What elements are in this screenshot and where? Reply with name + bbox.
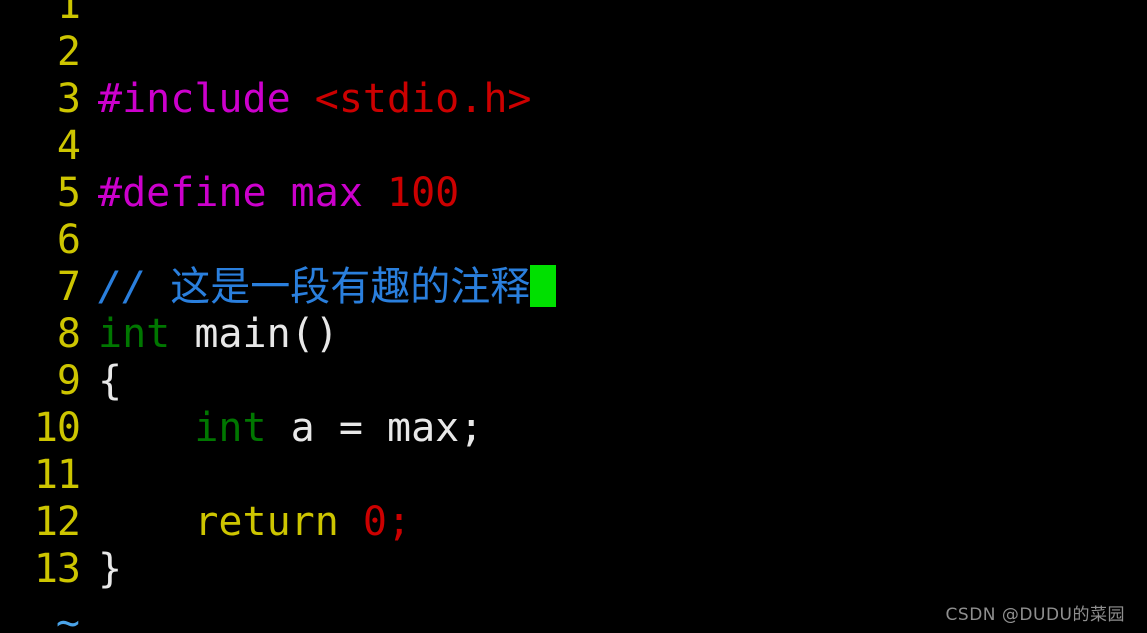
token-plain: { — [98, 358, 123, 404]
token-preprocessor: #define max — [98, 170, 387, 216]
token-comment-marker: // — [98, 264, 171, 310]
line-number: 4 — [56, 123, 81, 169]
code-line-content[interactable]: int main() — [80, 311, 1147, 358]
text-cursor — [530, 265, 557, 307]
code-line[interactable]: 3 #include <stdio.h> — [0, 76, 1147, 123]
code-line[interactable]: 5 #define max 100 — [0, 170, 1147, 217]
line-number: 10 — [33, 405, 81, 451]
token-type-keyword: int — [98, 311, 171, 357]
code-line-content[interactable]: { — [80, 358, 1147, 405]
code-line[interactable]: 12 return 0; — [0, 499, 1147, 546]
code-line[interactable]: 13} — [0, 546, 1147, 593]
line-number: 7 — [56, 264, 81, 310]
code-line-content[interactable]: #include <stdio.h> — [80, 76, 1147, 123]
token-string: <stdio.h> — [314, 76, 532, 122]
code-line-content[interactable]: #define max 100 — [80, 170, 1147, 217]
token-comment-cjk: 这是一段有趣的注释 — [170, 264, 531, 310]
line-number: 8 — [56, 311, 81, 357]
code-line[interactable]: 10 int a = max; — [0, 405, 1147, 452]
token-plain: } — [98, 546, 123, 592]
code-line[interactable]: 1 — [0, 0, 1147, 29]
token-preprocessor: #include — [98, 76, 315, 122]
code-line-content[interactable]: // 这是一段有趣的注释 — [80, 264, 1147, 311]
terminal-window: 1 2 3 #include <stdio.h> 4 5 #define max 100 6 7… — [0, 0, 1147, 633]
code-line[interactable]: 8 int main() — [0, 311, 1147, 358]
token-plain: a = max; — [266, 405, 484, 451]
token-number: 0 — [362, 499, 387, 545]
code-editor-buffer[interactable]: 1 2 3 #include <stdio.h> 4 5 #define max 100 6 7… — [0, 0, 1147, 593]
token-string: ; — [387, 499, 412, 545]
line-number: 2 — [56, 29, 81, 75]
line-number: 9 — [56, 358, 81, 404]
line-number: 1 — [56, 0, 81, 28]
token-type-keyword: int — [194, 405, 267, 451]
token-statement-keyword: return — [194, 499, 363, 545]
code-line[interactable]: 2 — [0, 29, 1147, 76]
code-line-content[interactable]: return 0; — [80, 499, 1147, 546]
token-number: 100 — [386, 170, 460, 216]
line-number: 11 — [33, 452, 81, 498]
token-plain: main() — [170, 311, 339, 357]
line-number: 12 — [33, 499, 81, 545]
code-line-content[interactable]: int a = max; — [80, 405, 1147, 452]
code-line[interactable]: 6 — [0, 217, 1147, 264]
line-number: 6 — [56, 217, 81, 263]
code-line-content[interactable]: } — [80, 546, 1147, 593]
line-number: 13 — [33, 546, 81, 592]
line-number: 5 — [56, 170, 81, 216]
code-line[interactable]: 7// 这是一段有趣的注释 — [0, 264, 1147, 311]
line-number: 3 — [56, 76, 81, 122]
code-line[interactable]: 4 — [0, 123, 1147, 170]
code-line[interactable]: 9{ — [0, 358, 1147, 405]
vim-empty-line-tilde: ~ — [55, 600, 80, 633]
code-line[interactable]: 11 — [0, 452, 1147, 499]
watermark-label: CSDN @DUDU的菜园 — [945, 605, 1125, 625]
